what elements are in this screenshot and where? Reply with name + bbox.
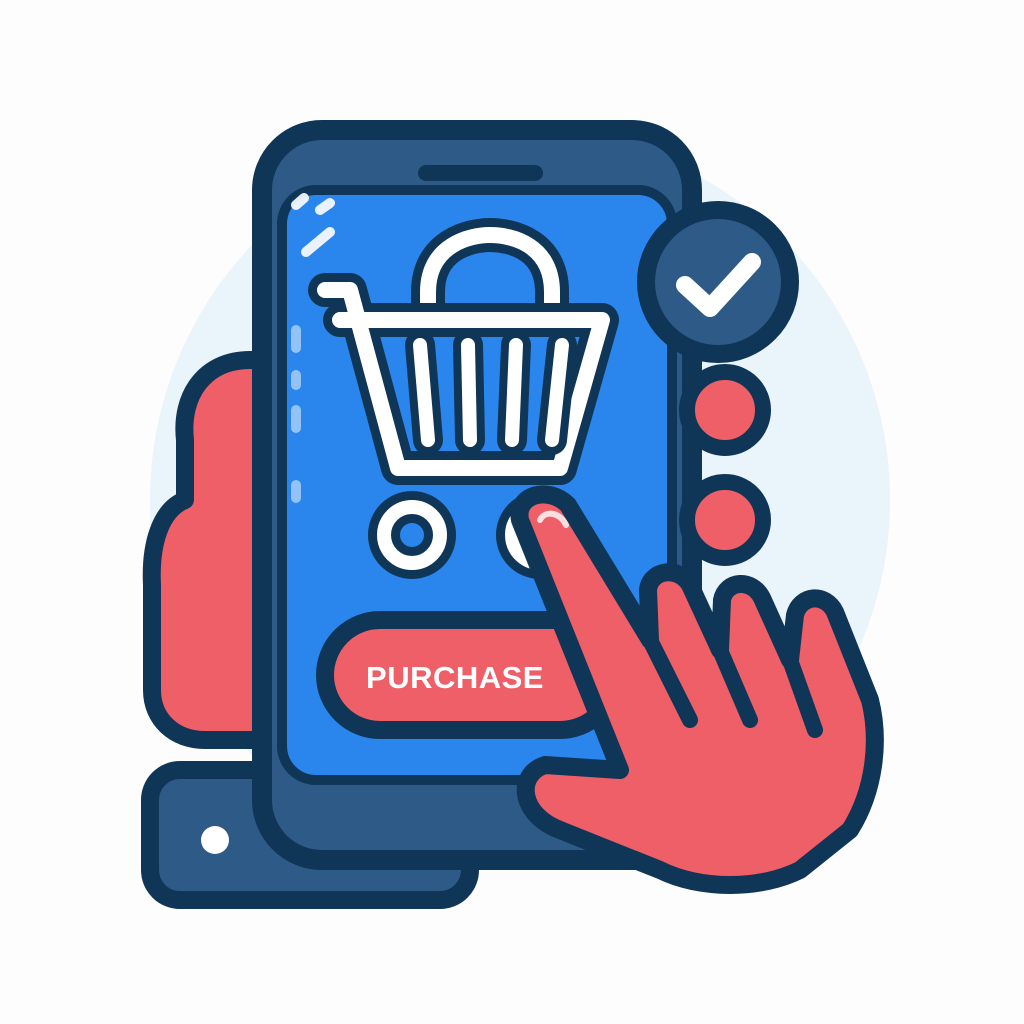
illustration-canvas: PURCHASE [141,120,890,909]
phone-speaker [418,165,543,181]
checkmark-icon [637,201,799,363]
purchase-illustration: PURCHASE [0,0,1024,1024]
sleeve-button [201,826,229,854]
purchase-button-label: PURCHASE [366,660,544,695]
